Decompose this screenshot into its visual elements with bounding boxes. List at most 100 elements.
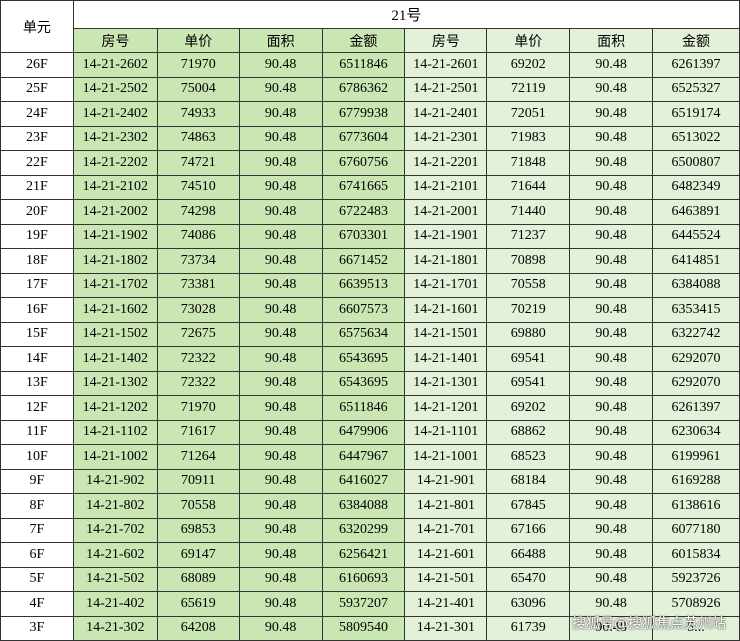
price-b-cell: 70558 (486, 272, 571, 298)
unit-header: 单元 (0, 0, 74, 53)
table-row: 23F 14-21-2302 74863 90.48 6773604 14-21-2301… (0, 125, 740, 151)
price-a-cell: 73734 (156, 248, 240, 274)
price-a-cell: 72322 (156, 370, 240, 396)
price-a-cell: 75004 (156, 76, 240, 102)
room-a-cell: 14-21-1502 (72, 321, 158, 347)
room-b-cell: 14-21-501 (404, 566, 488, 592)
area-b-cell: 90.48 (569, 346, 654, 372)
total-b-cell: 6384088 (652, 272, 740, 298)
total-b-cell: 6138616 (652, 493, 740, 519)
room-a-cell: 14-21-1602 (72, 297, 158, 323)
room-b-cell: 14-21-2101 (404, 174, 488, 200)
table-row: 16F 14-21-1602 73028 90.48 6607573 14-21-1601… (0, 297, 740, 323)
room-b-cell: 14-21-1301 (404, 370, 488, 396)
area-a-cell: 90.48 (238, 468, 323, 494)
room-b-cell: 14-21-401 (404, 591, 488, 617)
area-a-cell: 90.48 (238, 370, 323, 396)
room-a-cell: 14-21-302 (72, 615, 158, 641)
floor-cell: 22F (0, 150, 74, 176)
area-b-cell: 90.48 (569, 321, 654, 347)
price-b-cell: 70219 (486, 297, 571, 323)
table-row: 11F 14-21-1102 71617 90.48 6479906 14-21-1101… (0, 419, 740, 445)
floor-cell: 25F (0, 76, 74, 102)
area-b-cell: 90.48 (569, 150, 654, 176)
table-row: 14F 14-21-1402 72322 90.48 6543695 14-21-1401… (0, 346, 740, 372)
area-b-cell: 90.48 (569, 52, 654, 78)
total-a-cell: 6786362 (321, 76, 406, 102)
price-b-cell: 68184 (486, 468, 571, 494)
floor-cell: 17F (0, 272, 74, 298)
total-a-cell: 5809540 (321, 615, 406, 641)
area-a-cell: 90.48 (238, 223, 323, 249)
area-b-cell: 90.48 (569, 272, 654, 298)
total-a-cell: 6575634 (321, 321, 406, 347)
area-b-cell: 90.48 (569, 223, 654, 249)
price-a-cell: 71264 (156, 444, 240, 470)
floor-cell: 5F (0, 566, 74, 592)
area-b-cell: 90.48 (569, 542, 654, 568)
total-a-cell: 6607573 (321, 297, 406, 323)
floor-cell: 7F (0, 517, 74, 543)
total-a-cell: 6447967 (321, 444, 406, 470)
floor-cell: 10F (0, 444, 74, 470)
room-b-cell: 14-21-801 (404, 493, 488, 519)
price-a-cell: 71970 (156, 52, 240, 78)
table-row: 5F 14-21-502 68089 90.48 6160693 14-21-501 654… (0, 566, 740, 592)
col-header-room-b: 房号 (404, 28, 488, 53)
table-row: 22F 14-21-2202 74721 90.48 6760756 14-21-2201… (0, 150, 740, 176)
room-b-cell: 14-21-1701 (404, 272, 488, 298)
room-b-cell: 14-21-2601 (404, 52, 488, 78)
total-a-cell: 6671452 (321, 248, 406, 274)
total-b-cell: 6077180 (652, 517, 740, 543)
total-a-cell: 6779938 (321, 101, 406, 127)
floor-cell: 3F (0, 615, 74, 641)
price-table: 单元 21号 房号 单价 面积 金额 房号 单价 面积 金额 26F 14-21-… (0, 0, 740, 641)
total-a-cell: 6543695 (321, 370, 406, 396)
total-b-cell: 6414851 (652, 248, 740, 274)
room-a-cell: 14-21-1002 (72, 444, 158, 470)
room-a-cell: 14-21-702 (72, 517, 158, 543)
room-a-cell: 14-21-1802 (72, 248, 158, 274)
table-row: 21F 14-21-2102 74510 90.48 6741665 14-21-2101… (0, 174, 740, 200)
total-a-cell: 6760756 (321, 150, 406, 176)
room-b-cell: 14-21-2501 (404, 76, 488, 102)
total-b-cell: 5923726 (652, 566, 740, 592)
floor-cell: 18F (0, 248, 74, 274)
price-b-cell: 72051 (486, 101, 571, 127)
price-b-cell: 69880 (486, 321, 571, 347)
total-b-cell: 6199961 (652, 444, 740, 470)
total-b-cell: 6015834 (652, 542, 740, 568)
price-b-cell: 61739 (486, 615, 571, 641)
area-a-cell: 90.48 (238, 346, 323, 372)
price-b-cell: 69541 (486, 370, 571, 396)
price-a-cell: 73381 (156, 272, 240, 298)
price-b-cell: 71644 (486, 174, 571, 200)
room-b-cell: 14-21-2201 (404, 150, 488, 176)
area-a-cell: 90.48 (238, 542, 323, 568)
room-a-cell: 14-21-2002 (72, 199, 158, 225)
table-row: 19F 14-21-1902 74086 90.48 6703301 14-21-1901… (0, 223, 740, 249)
area-a-cell: 90.48 (238, 150, 323, 176)
area-a-cell: 90.48 (238, 101, 323, 127)
room-b-cell: 14-21-1901 (404, 223, 488, 249)
floor-cell: 4F (0, 591, 74, 617)
room-b-cell: 14-21-1201 (404, 395, 488, 421)
col-header-total-a: 金额 (321, 28, 406, 53)
floor-cell: 6F (0, 542, 74, 568)
floor-cell: 9F (0, 468, 74, 494)
total-b-cell: 6445524 (652, 223, 740, 249)
total-a-cell: 6160693 (321, 566, 406, 592)
floor-cell: 12F (0, 395, 74, 421)
room-a-cell: 14-21-2102 (72, 174, 158, 200)
area-b-cell: 90.48 (569, 419, 654, 445)
price-a-cell: 65619 (156, 591, 240, 617)
total-a-cell: 6773604 (321, 125, 406, 151)
table-row: 24F 14-21-2402 74933 90.48 6779938 14-21-2401… (0, 101, 740, 127)
room-a-cell: 14-21-1402 (72, 346, 158, 372)
area-a-cell: 90.48 (238, 321, 323, 347)
price-a-cell: 74721 (156, 150, 240, 176)
floor-cell: 21F (0, 174, 74, 200)
floor-cell: 15F (0, 321, 74, 347)
total-a-cell: 5937207 (321, 591, 406, 617)
area-b-cell: 90.48 (569, 297, 654, 323)
